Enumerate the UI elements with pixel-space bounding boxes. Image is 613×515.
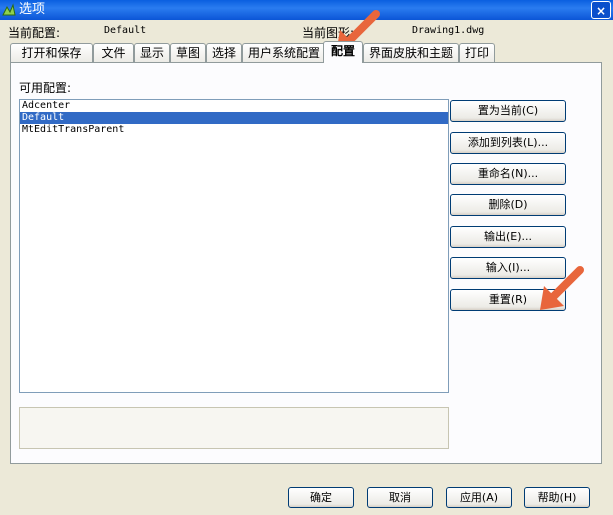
tab-open-save[interactable]: 打开和保存 — [10, 43, 93, 62]
tab-files[interactable]: 文件 — [93, 43, 134, 62]
tab-plot[interactable]: 打印 — [459, 43, 495, 62]
tab-label: 用户系统配置 — [247, 46, 320, 60]
set-current-button[interactable]: 置为当前(C) — [450, 100, 566, 122]
close-icon: × — [595, 4, 607, 18]
tab-label: 选择 — [211, 46, 236, 60]
rename-button[interactable]: 重命名(N)... — [450, 163, 566, 185]
export-button[interactable]: 输出(E)... — [450, 226, 566, 248]
cancel-button[interactable]: 取消 — [367, 487, 433, 508]
tab-display[interactable]: 显示 — [134, 43, 170, 62]
profile-item-adcenter[interactable]: Adcenter — [20, 100, 448, 112]
tab-drafting[interactable]: 草图 — [170, 43, 206, 62]
profile-item-default[interactable]: Default — [20, 112, 448, 124]
available-profiles-label: 可用配置: — [19, 81, 72, 95]
close-button[interactable]: × — [591, 1, 611, 19]
tab-label: 文件 — [101, 46, 126, 60]
tab-selection[interactable]: 选择 — [206, 43, 242, 62]
current-profile-value: Default — [104, 25, 147, 36]
tab-profiles[interactable]: 配置 — [323, 41, 363, 63]
window-title: 选项 — [19, 2, 46, 17]
tab-user-preferences[interactable]: 用户系统配置 — [242, 43, 326, 62]
title-bar: 选项 × — [0, 0, 613, 20]
tab-label: 草图 — [175, 46, 200, 60]
app-icon — [2, 3, 16, 16]
profile-item-mtedittransparent[interactable]: MtEditTransParent — [20, 124, 448, 136]
profiles-listbox[interactable]: Adcenter Default MtEditTransParent — [19, 99, 449, 393]
add-to-list-button[interactable]: 添加到列表(L)... — [450, 132, 566, 154]
apply-button[interactable]: 应用(A) — [446, 487, 512, 508]
tab-label: 配置 — [330, 44, 355, 58]
annotation-arrow-icon — [540, 266, 584, 310]
delete-button[interactable]: 删除(D) — [450, 194, 566, 216]
ok-button[interactable]: 确定 — [288, 487, 354, 508]
current-profile-label: 当前配置: — [8, 26, 61, 40]
tab-label: 打开和保存 — [21, 46, 82, 60]
tab-label: 打印 — [464, 46, 489, 60]
help-button[interactable]: 帮助(H) — [524, 487, 590, 508]
current-drawing-value: Drawing1.dwg — [412, 25, 485, 36]
profile-description-box — [19, 407, 449, 449]
tab-label: 显示 — [139, 46, 164, 60]
info-bar: 当前配置: Default 当前图形: Drawing1.dwg — [0, 20, 613, 44]
